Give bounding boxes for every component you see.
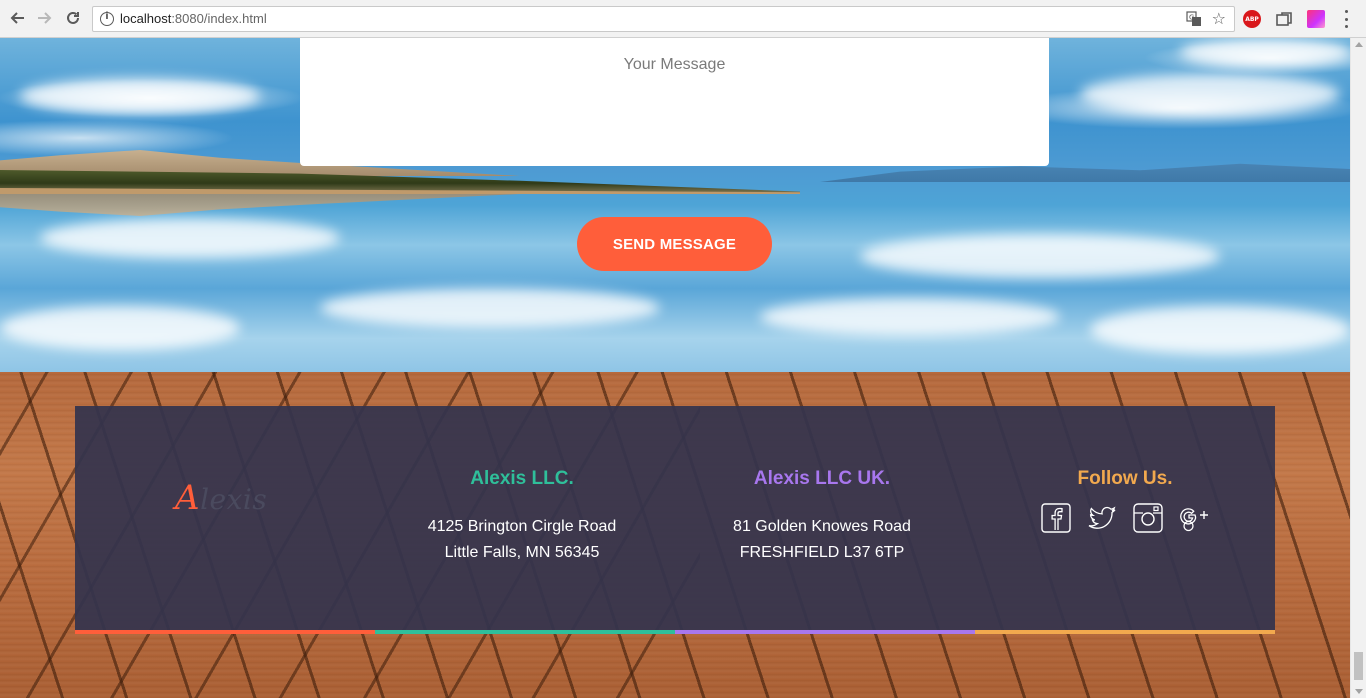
scroll-thumb[interactable] <box>1354 652 1363 680</box>
footer-panel: Alexis Alexis LLC. 4125 Brington Cirgle … <box>75 406 1275 634</box>
svg-text:G: G <box>1189 14 1194 22</box>
message-placeholder: Your Message <box>623 56 726 73</box>
browser-toolbar: localhost:8080/index.html G ☆ ABP <box>0 0 1366 38</box>
color-bar-segment <box>75 630 375 634</box>
instagram-icon[interactable] <box>1132 502 1164 534</box>
logo-text: lexis <box>200 483 268 516</box>
color-bar-segment <box>375 630 675 634</box>
follow-us-column: Follow Us. <box>975 468 1275 534</box>
translate-icon[interactable]: G <box>1186 11 1202 27</box>
address-line: 4125 Brington Cirgle Road <box>427 518 617 535</box>
address-column-uk: Alexis LLC UK. 81 Golden Knowes Road FRE… <box>672 468 972 566</box>
footer-color-bar <box>75 630 1275 634</box>
scroll-up-arrow-icon[interactable] <box>1355 42 1363 47</box>
url-text: localhost:8080/index.html <box>120 11 267 26</box>
address-column-us: Alexis LLC. 4125 Brington Cirgle Road Li… <box>372 468 672 566</box>
address-line: FRESHFIELD L37 6TP <box>739 544 905 561</box>
company-title-us: Alexis LLC. <box>470 468 574 489</box>
page-scrollbar[interactable] <box>1350 38 1366 698</box>
social-links <box>975 502 1275 534</box>
address-bar[interactable]: localhost:8080/index.html G ☆ <box>92 6 1235 32</box>
follow-us-title: Follow Us. <box>1077 468 1173 489</box>
google-plus-icon[interactable] <box>1178 502 1210 534</box>
extension-icon[interactable] <box>1275 10 1293 28</box>
color-bar-segment <box>975 630 1275 634</box>
footer-logo[interactable]: Alexis <box>175 478 267 518</box>
forward-icon[interactable] <box>34 8 54 28</box>
url-path: :8080/index.html <box>171 11 267 26</box>
facebook-icon[interactable] <box>1040 502 1072 534</box>
company-title-uk: Alexis LLC UK. <box>753 468 891 489</box>
send-message-button[interactable]: SEND MESSAGE <box>577 217 772 271</box>
scroll-down-arrow-icon[interactable] <box>1355 689 1363 694</box>
message-textarea[interactable]: Your Message <box>300 38 1049 166</box>
reload-icon[interactable] <box>63 8 83 28</box>
address-line: Little Falls, MN 56345 <box>444 544 600 561</box>
twitter-icon[interactable] <box>1086 502 1118 534</box>
site-info-icon[interactable] <box>100 11 114 26</box>
adblock-icon[interactable]: ABP <box>1243 10 1261 28</box>
color-picker-extension-icon[interactable] <box>1307 10 1325 28</box>
url-host: localhost <box>120 11 172 26</box>
color-bar-segment <box>675 630 975 634</box>
back-icon[interactable] <box>8 8 28 28</box>
address-line: 81 Golden Knowes Road <box>733 518 911 535</box>
browser-menu-icon[interactable] <box>1343 10 1349 28</box>
logo-initial: A <box>175 478 201 518</box>
bookmark-star-icon[interactable]: ☆ <box>1212 9 1226 28</box>
